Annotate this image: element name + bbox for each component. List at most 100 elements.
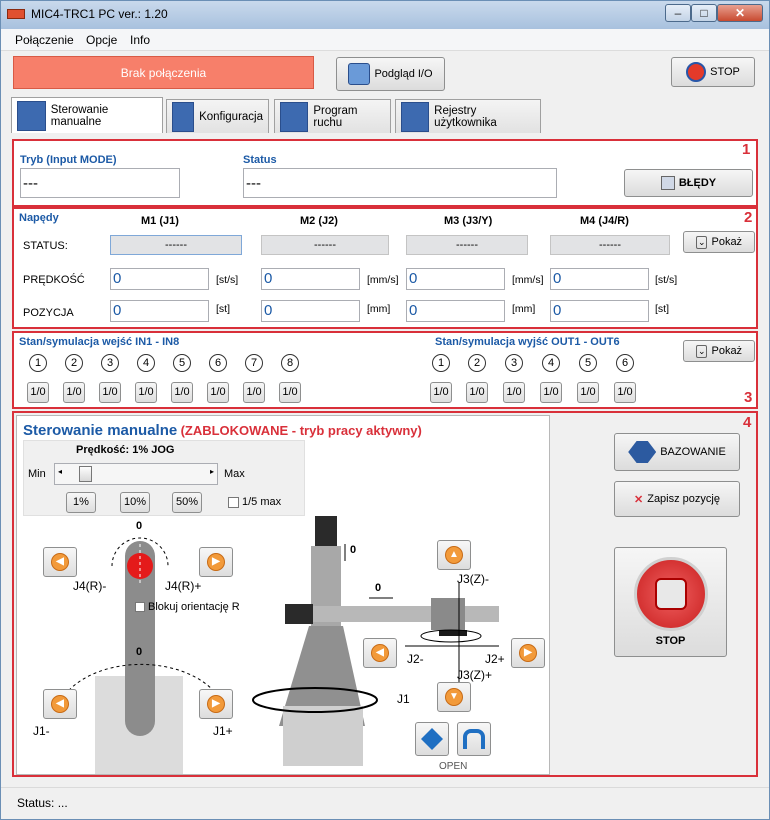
stop-big-button[interactable]: STOP <box>614 547 727 657</box>
minimize-button[interactable]: – <box>665 4 691 22</box>
output-toggle-button[interactable]: 1/0 <box>503 382 525 403</box>
output-toggle-button[interactable]: 1/0 <box>614 382 636 403</box>
mode-label: Tryb (Input MODE) <box>20 154 117 166</box>
output-toggle-button[interactable]: 1/0 <box>466 382 488 403</box>
j1-label: J1 <box>397 692 410 706</box>
output-toggle-button[interactable]: 1/0 <box>540 382 562 403</box>
speed-unit-m3: [mm/s] <box>512 274 544 286</box>
outputs-title: Stan/symulacja wyjść OUT1 - OUT6 <box>435 336 620 348</box>
arrow-up-icon: ▲ <box>445 546 463 564</box>
gripper-open-label: OPEN <box>439 761 468 772</box>
tab-program[interactable]: Program ruchu <box>274 99 391 133</box>
menu-opcje[interactable]: Opcje <box>86 33 117 47</box>
horizontal-arm <box>313 606 499 622</box>
magnifier-icon <box>348 63 371 85</box>
j2-plus-button[interactable]: ▶ <box>511 638 545 668</box>
input-indicator: 3 <box>101 354 119 372</box>
position-m1[interactable]: 0 <box>110 300 209 322</box>
position-m4[interactable]: 0 <box>550 300 649 322</box>
input-toggle-button[interactable]: 1/0 <box>207 382 229 403</box>
j4-plus-button[interactable]: ▶ <box>199 547 233 577</box>
lock-orientation-checkbox[interactable] <box>135 602 145 612</box>
tab-config[interactable]: Konfiguracja <box>166 99 269 133</box>
close-button[interactable]: ✕ <box>717 4 763 22</box>
drives-panel: 2 Napędy M1 (J1) M2 (J2) M3 (J3/Y) M4 (J… <box>12 207 758 329</box>
errors-button[interactable]: BŁĘDY <box>624 169 753 197</box>
menu-info[interactable]: Info <box>130 33 150 47</box>
fifth-max-checkbox[interactable] <box>228 497 239 508</box>
preset-10-button[interactable]: 10% <box>120 492 150 513</box>
output-indicator: 5 <box>579 354 597 372</box>
j1-minus-button[interactable]: ◀ <box>43 689 77 719</box>
z-zero-label: 0 <box>350 544 357 556</box>
output-toggle-button[interactable]: 1/0 <box>577 382 599 403</box>
drive-header-m2: M2 (J2) <box>300 215 338 227</box>
slider-right-arrow-icon[interactable]: ▸ <box>210 467 214 476</box>
status-bar-text: Status: ... <box>17 796 68 810</box>
status-value: --- <box>243 168 557 198</box>
speed-m3[interactable]: 0 <box>406 268 505 290</box>
preset-50-button[interactable]: 50% <box>172 492 202 513</box>
tab-program-label: Program ruchu <box>313 104 358 129</box>
input-toggle-button[interactable]: 1/0 <box>171 382 193 403</box>
input-toggle-button[interactable]: 1/0 <box>135 382 157 403</box>
status-label: Status <box>243 154 277 166</box>
io-show-label: Pokaż <box>711 345 743 357</box>
gripper-close-icon <box>421 728 443 750</box>
io-show-button[interactable]: ⌄ Pokaż <box>683 340 755 362</box>
speed-m1[interactable]: 0 <box>110 268 209 290</box>
slider-thumb[interactable] <box>79 466 93 482</box>
input-indicator: 1 <box>29 354 47 372</box>
error-list-icon <box>660 176 675 190</box>
input-indicator: 8 <box>281 354 299 372</box>
input-toggle-button[interactable]: 1/0 <box>243 382 265 403</box>
output-indicator: 3 <box>505 354 523 372</box>
j1-zero-label: 0 <box>136 646 143 658</box>
input-toggle-button[interactable]: 1/0 <box>63 382 85 403</box>
input-indicator: 7 <box>245 354 263 372</box>
stop-toolbar-button[interactable]: STOP <box>671 57 755 87</box>
homing-button[interactable]: BAZOWANIE <box>614 433 740 471</box>
arrow-down-icon: ▼ <box>445 688 463 706</box>
position-m3[interactable]: 0 <box>406 300 505 322</box>
input-toggle-button[interactable]: 1/0 <box>99 382 121 403</box>
io-preview-button[interactable]: Podgląd I/O <box>336 57 445 91</box>
maximize-button[interactable]: □ <box>691 4 717 22</box>
preset-1-button[interactable]: 1% <box>66 492 96 513</box>
tab-manual-label: Sterowanie manualne <box>50 103 109 128</box>
manual-title-row: Sterowanie manualne (ZABLOKOWANE - tryb … <box>23 422 422 439</box>
j3-plus-button[interactable]: ▼ <box>437 682 471 712</box>
speed-m2[interactable]: 0 <box>261 268 360 290</box>
input-indicator: 2 <box>65 354 83 372</box>
j3-minus-button[interactable]: ▲ <box>437 540 471 570</box>
arrow-right-icon: ▶ <box>207 695 225 713</box>
tab-registers[interactable]: Rejestry użytkownika <box>395 99 541 133</box>
gripper-open-button[interactable] <box>457 722 491 756</box>
j2-minus-button[interactable]: ◀ <box>363 638 397 668</box>
speed-unit-m1: [st/s] <box>216 274 239 286</box>
drive-header-m4: M4 (J4/R) <box>580 215 629 227</box>
tab-manual[interactable]: Sterowanie manualne <box>11 97 163 133</box>
input-toggle-button[interactable]: 1/0 <box>27 382 49 403</box>
pos-unit-m1: [st] <box>216 303 231 315</box>
j1-plus-button[interactable]: ▶ <box>199 689 233 719</box>
position-m2[interactable]: 0 <box>261 300 360 322</box>
x-zero-label: 0 <box>375 582 382 594</box>
output-toggle-button[interactable]: 1/0 <box>430 382 452 403</box>
input-toggle-button[interactable]: 1/0 <box>279 382 301 403</box>
gripper-close-button[interactable] <box>415 722 449 756</box>
save-position-button[interactable]: ✕ Zapisz pozycję <box>614 481 740 517</box>
drives-show-button[interactable]: ⌄ Pokaż <box>683 231 755 253</box>
save-position-icon: ✕ <box>634 493 644 506</box>
menu-polaczenie[interactable]: Połączenie <box>15 33 74 47</box>
jog-area: Sterowanie manualne (ZABLOKOWANE - tryb … <box>16 415 550 775</box>
title-bar: MIC4-TRC1 PC ver.: 1.20 – □ ✕ <box>1 1 769 29</box>
speed-m4[interactable]: 0 <box>550 268 649 290</box>
input-indicator: 6 <box>209 354 227 372</box>
drive-header-m3: M3 (J3/Y) <box>444 215 493 227</box>
j4-minus-button[interactable]: ◀ <box>43 547 77 577</box>
speed-slider[interactable]: ◂ ▸ <box>54 463 218 485</box>
joystick-icon <box>17 100 46 131</box>
slider-left-arrow-icon[interactable]: ◂ <box>58 467 62 476</box>
chevron-down-icon: ⌄ <box>695 344 708 358</box>
